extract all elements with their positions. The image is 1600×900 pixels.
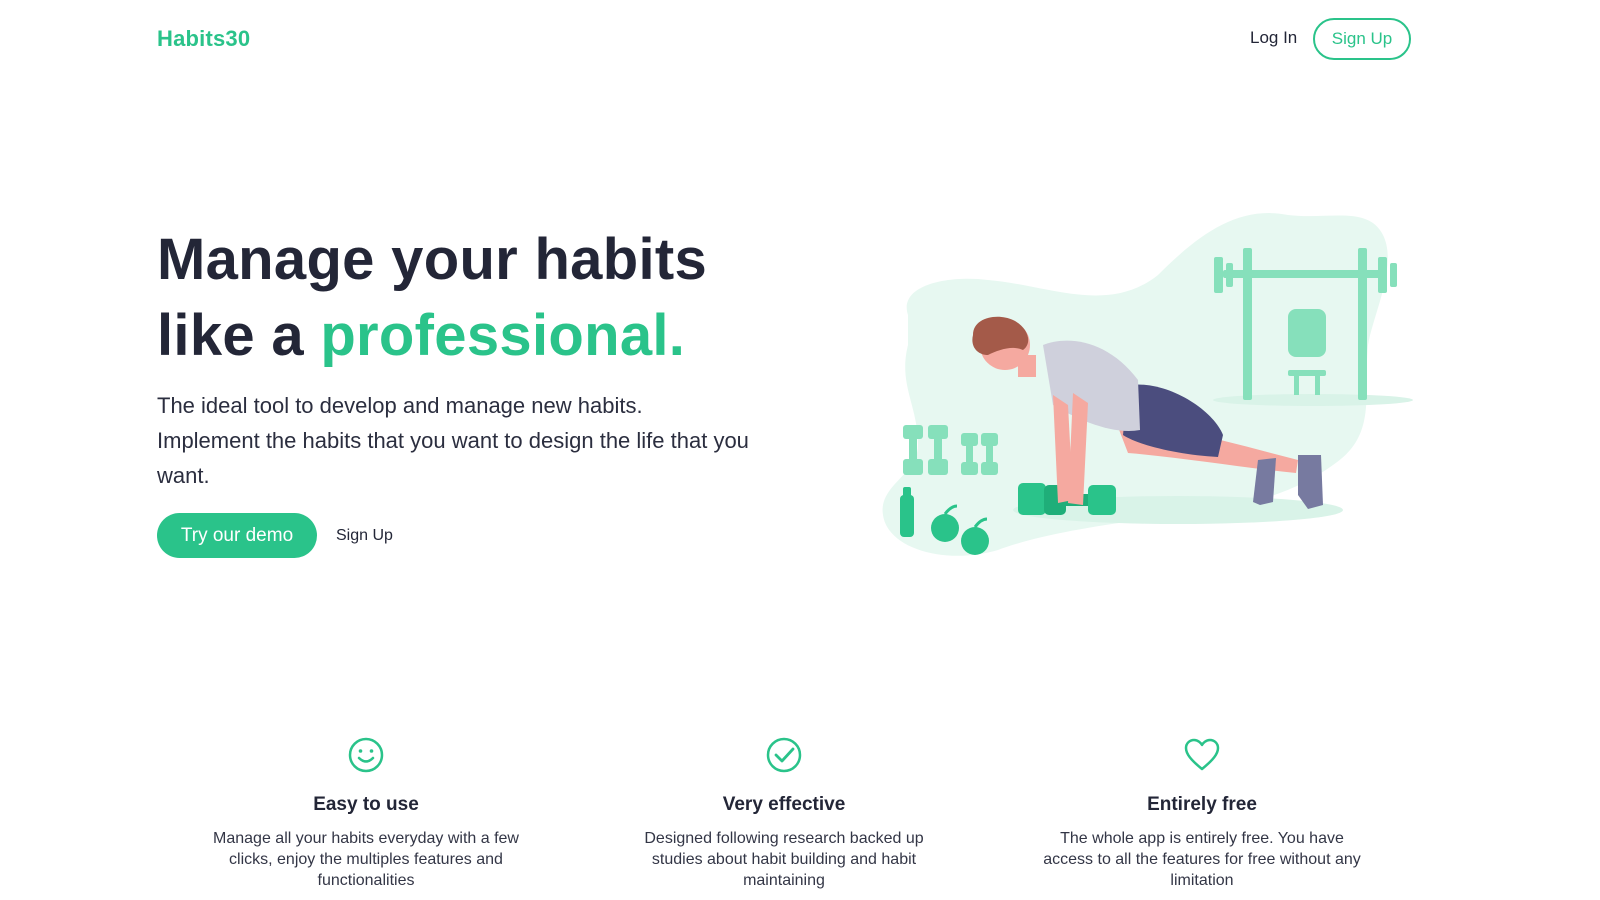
hero-title-line2-prefix: like a: [157, 303, 321, 368]
feature-title: Entirely free: [1147, 794, 1257, 815]
check-circle-icon: [766, 737, 802, 773]
hero-subtitle-line2: Implement the habits that you want to de…: [157, 428, 749, 488]
feature-title: Easy to use: [313, 794, 419, 815]
workout-illustration: [882, 213, 1413, 556]
feature-entirely-free: Entirely free The whole app is entirely …: [1037, 736, 1367, 891]
hero-subtitle-line1: The ideal tool to develop and manage new…: [157, 393, 643, 418]
brand-logo[interactable]: Habits30: [157, 26, 250, 52]
feature-easy-to-use: Easy to use Manage all your habits every…: [201, 736, 531, 891]
feature-text: Manage all your habits everyday with a f…: [213, 830, 519, 889]
signup-button[interactable]: Sign Up: [1313, 18, 1411, 60]
smiley-icon: [348, 737, 384, 773]
landing-page: Habits30 Log In Sign Up Manage your habi…: [0, 0, 1600, 900]
hero-title: Manage your habits like a professional.: [157, 222, 707, 374]
feature-text: The whole app is entirely free. You have…: [1043, 830, 1361, 889]
heart-icon: [1184, 738, 1220, 771]
feature-very-effective: Very effective Designed following resear…: [619, 736, 949, 891]
top-navbar: Habits30 Log In Sign Up: [0, 0, 1600, 82]
hero-signup-link[interactable]: Sign Up: [336, 527, 393, 545]
hero-subtitle: The ideal tool to develop and manage new…: [157, 388, 807, 493]
login-link[interactable]: Log In: [1250, 28, 1297, 48]
feature-text: Designed following research backed up st…: [644, 830, 924, 889]
try-demo-button[interactable]: Try our demo: [157, 513, 317, 558]
hero-title-accent: professional.: [320, 303, 686, 368]
hero-title-line1: Manage your habits: [157, 227, 708, 292]
feature-title: Very effective: [722, 794, 846, 815]
